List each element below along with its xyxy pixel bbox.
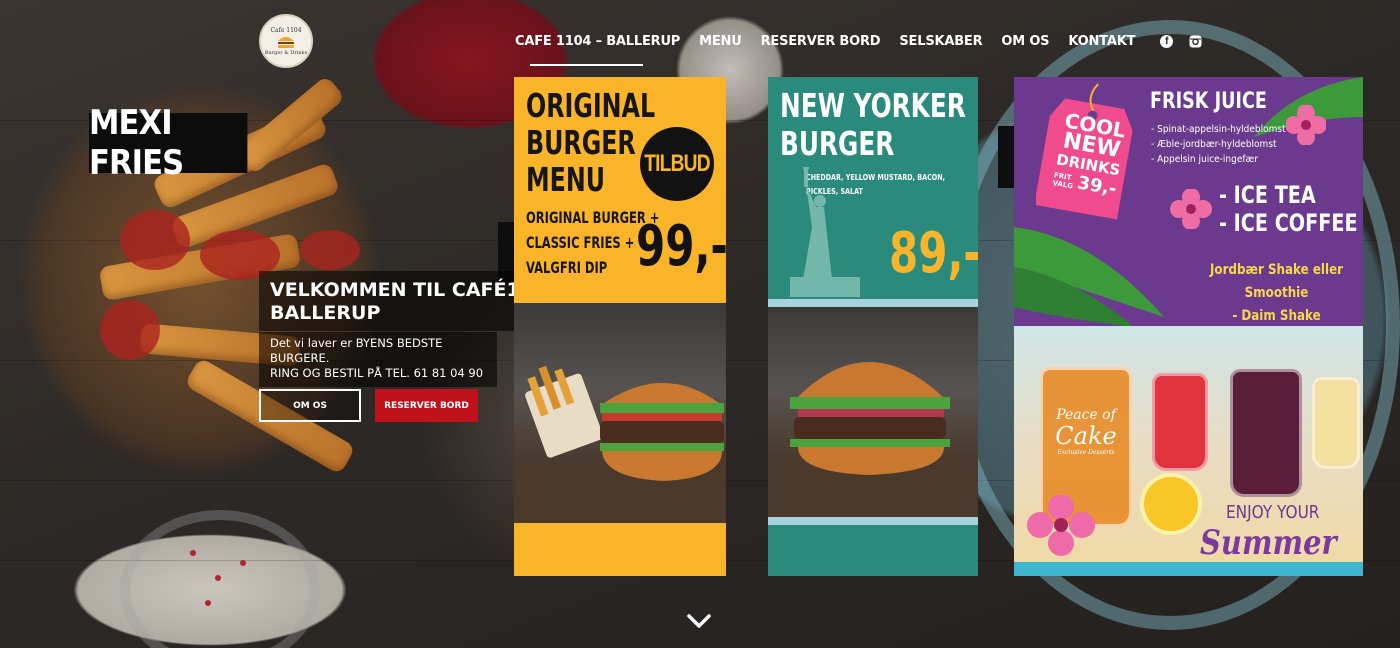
offer-badge-text: TILBUD (644, 150, 710, 177)
offer-badge: TILBUD (640, 127, 714, 201)
nav-active-underline (530, 64, 643, 66)
ice-drink-item: - ICE COFFEE (1219, 209, 1358, 237)
burger-photo (514, 303, 726, 523)
nav-about[interactable]: OM OS (1001, 34, 1049, 49)
jar-label-line: Exclusive Desserts (1057, 449, 1115, 456)
summer-caption: ENJOY YOUR (1226, 502, 1320, 523)
flower-icon (1170, 189, 1212, 229)
burger-icon (278, 36, 294, 48)
nav-contact[interactable]: KONTAKT (1068, 34, 1135, 49)
juice-heading: FRISK JUICE (1150, 89, 1267, 114)
chevron-down-icon[interactable] (686, 612, 712, 630)
juice-item: - Appelsin juice-ingefær (1151, 154, 1259, 165)
juice-jar (1312, 377, 1360, 469)
poster-drinks[interactable]: COOL NEW DRINKS FRIT VALG 39,- FRISK JUI… (1014, 77, 1363, 576)
jar-label-line: Peace of (1056, 407, 1116, 423)
logo-text-bottom: Burger & Drinks (264, 49, 308, 56)
mexi-fries-label: MEXI FRIES (89, 103, 248, 183)
reserve-button[interactable]: RESERVER BORD (375, 389, 478, 422)
poster-stripe (768, 299, 978, 307)
flower-icon (1027, 495, 1095, 556)
palm-leaf-icon (1014, 227, 1164, 327)
poster-title-line: BURGER (780, 124, 895, 163)
instagram-icon[interactable] (1189, 35, 1202, 48)
poster-stripe (768, 517, 978, 525)
flower-icon (1286, 105, 1326, 145)
nav-home[interactable]: CAFE 1104 – BALLERUP (515, 34, 680, 49)
burger-image (768, 362, 978, 517)
social-links: f (1160, 35, 1202, 48)
poster-title: ORIGINAL BURGER MENU (526, 87, 663, 198)
facebook-icon[interactable]: f (1160, 35, 1174, 48)
nav-parties[interactable]: SELSKABER (899, 34, 982, 49)
hero-text: Det vi laver er BYENS BEDSTE BURGERE. RI… (259, 332, 497, 387)
poster-original-burger[interactable]: ORIGINAL BURGER MENU TILBUD ORIGINAL BUR… (514, 77, 726, 576)
about-button[interactable]: OM OS (259, 389, 361, 422)
lemon-slice (1140, 473, 1202, 535)
poster-title: NEW YORKER BURGER (780, 87, 975, 163)
poster-title-line: NEW YORKER (780, 86, 966, 125)
shake-list: Jordbær Shake eller Smoothie - Daim Shak… (1183, 259, 1363, 328)
poster-price: 99,- (636, 214, 726, 279)
hero-text-line-2: RING OG BESTIL PÅ TEL. 61 81 04 90 (270, 366, 484, 380)
logo-text-top: Cafe 1104 (270, 26, 302, 34)
main-nav: CAFE 1104 – BALLERUP MENU RESERVER BORD … (515, 34, 1202, 49)
site-logo[interactable]: Cafe 1104 Burger & Drinks (259, 14, 313, 68)
statue-of-liberty-icon (790, 167, 860, 297)
ice-drinks: - ICE TEA - ICE COFFEE (1219, 181, 1363, 237)
nav-menu[interactable]: MENU (699, 34, 742, 49)
summer-title: Summer (1200, 523, 1337, 563)
hero-text-line-1: Det vi laver er BYENS BEDSTE BURGERE. (270, 336, 443, 365)
juice-jar (1230, 369, 1302, 497)
ice-drink-item: - ICE TEA (1219, 181, 1316, 209)
juice-jar (1152, 373, 1208, 471)
jar-label-line: Cake (1055, 422, 1117, 450)
poster-price: 89,- (889, 221, 978, 286)
nav-reserve[interactable]: RESERVER BORD (761, 34, 881, 49)
shake-item: - Daim Shake (1232, 308, 1321, 324)
poster-new-yorker[interactable]: NEW YORKER BURGER CHEDDAR, YELLOW MUSTAR… (768, 77, 978, 576)
shake-item: Jordbær Shake eller Smoothie (1209, 262, 1344, 301)
burger-photo (768, 307, 978, 517)
tag-text: COOL NEW DRINKS FRIT VALG 39,- (1038, 108, 1142, 203)
beach-sea (1014, 562, 1363, 576)
burger-image (514, 365, 726, 523)
jar-label: Peace of Cake Exclusive Desserts (1040, 407, 1132, 456)
poster-title-line: ORIGINAL (526, 86, 656, 125)
